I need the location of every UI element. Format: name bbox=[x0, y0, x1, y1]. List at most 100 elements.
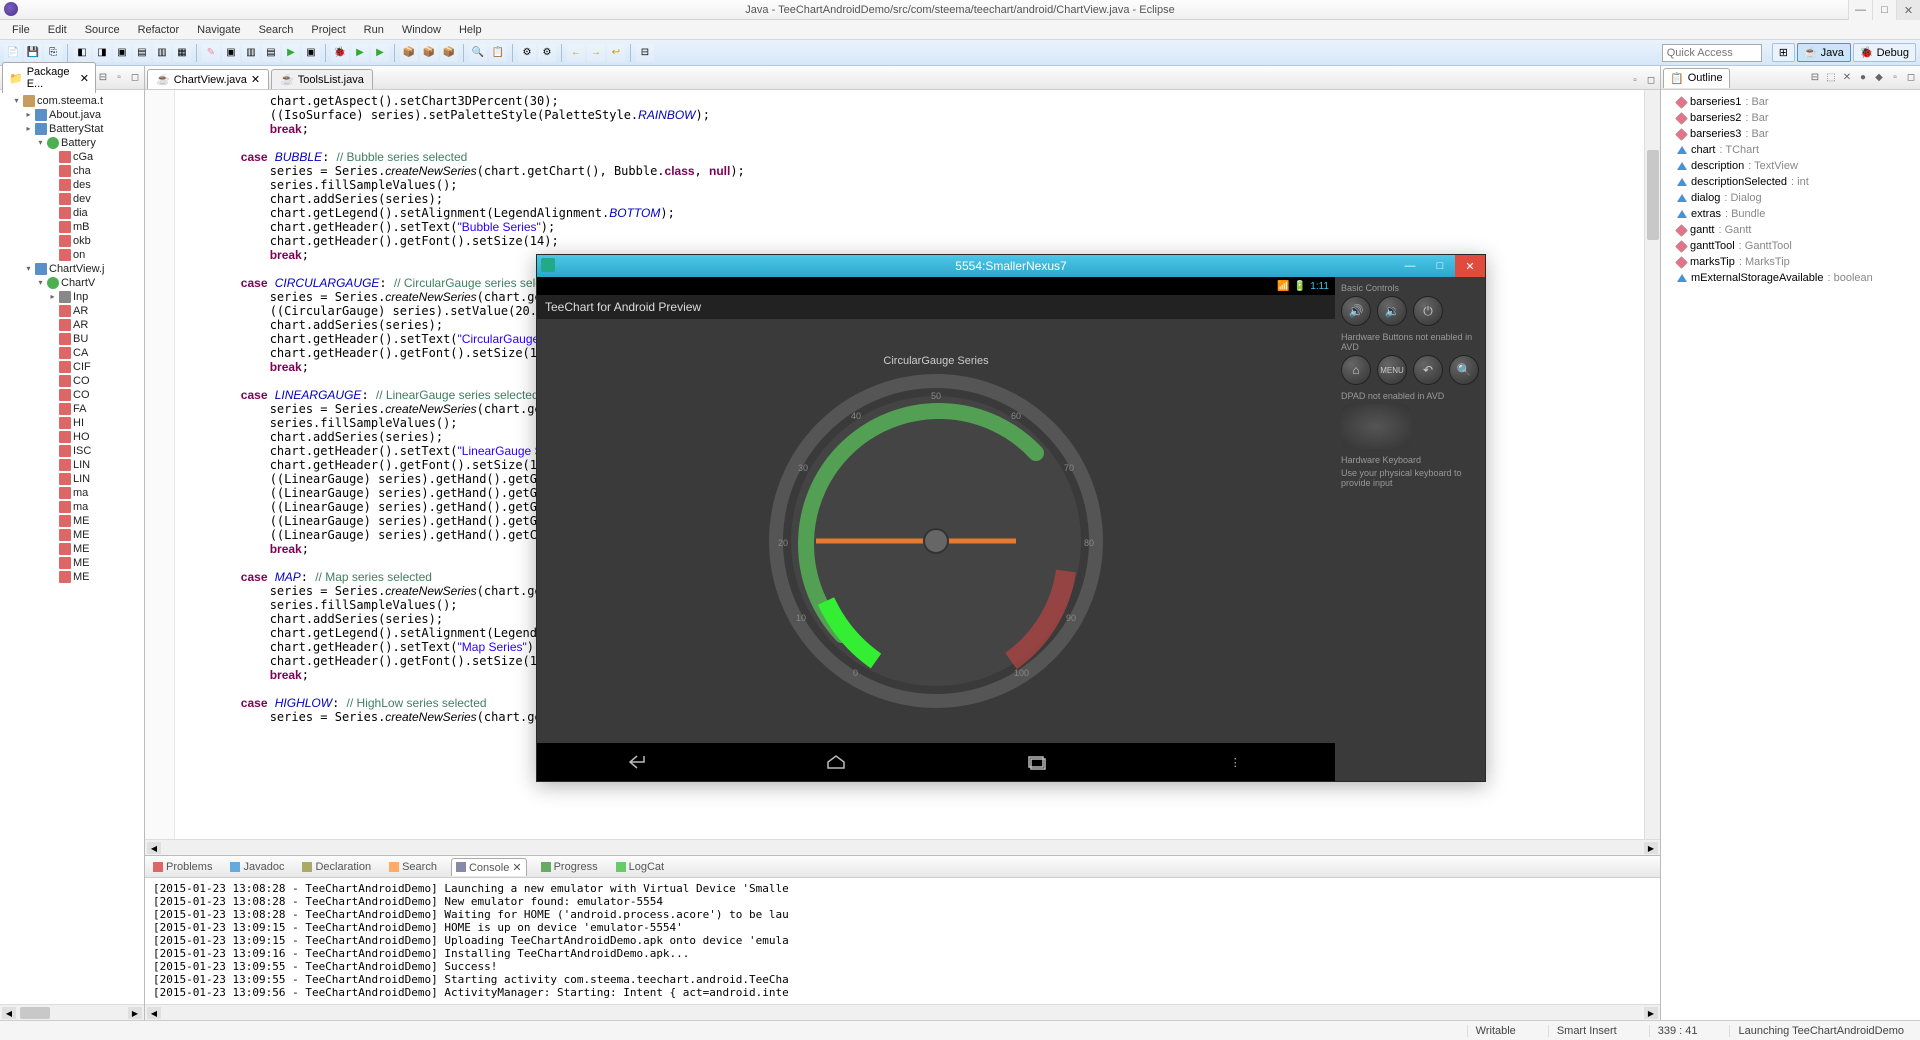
menu-help[interactable]: Help bbox=[451, 22, 490, 38]
volume-button[interactable]: 🔊 bbox=[1341, 296, 1371, 326]
tree-node[interactable]: AR bbox=[4, 304, 144, 318]
tree-node[interactable]: ▸About.java bbox=[4, 108, 144, 122]
new-icon[interactable]: 📄 bbox=[4, 44, 22, 62]
tb-icon[interactable]: ▣ bbox=[113, 44, 131, 62]
bottom-tab[interactable]: Search bbox=[385, 859, 441, 875]
menu-navigate[interactable]: Navigate bbox=[189, 22, 248, 38]
editor-tab[interactable]: ☕ ToolsList.java bbox=[271, 69, 373, 89]
tree-node[interactable]: HI bbox=[4, 416, 144, 430]
emu-close-button[interactable]: ✕ bbox=[1455, 255, 1485, 277]
view-icon[interactable]: ● bbox=[1856, 71, 1870, 85]
v-scrollbar[interactable] bbox=[1644, 90, 1660, 839]
maximize-icon[interactable]: ◻ bbox=[1904, 71, 1918, 85]
minimize-button[interactable]: — bbox=[1848, 0, 1872, 20]
emulator-window[interactable]: 5554:SmallerNexus7 — □ ✕ 📶 🔋 1:11 TeeCha… bbox=[536, 254, 1486, 782]
close-button[interactable]: ✕ bbox=[1896, 0, 1920, 20]
scroll-left-icon[interactable]: ◀ bbox=[147, 842, 161, 854]
tree-node[interactable]: AR bbox=[4, 318, 144, 332]
package-tree[interactable]: ▾com.steema.t▸About.java▸BatteryStat▾Bat… bbox=[0, 90, 144, 1004]
scroll-right-icon[interactable]: ▶ bbox=[1644, 1007, 1658, 1019]
tree-node[interactable]: LIN bbox=[4, 458, 144, 472]
tree-node[interactable]: ma bbox=[4, 500, 144, 514]
outline-tab[interactable]: 📋 Outline bbox=[1663, 68, 1730, 88]
scroll-thumb[interactable] bbox=[20, 1007, 50, 1019]
outline-item[interactable]: dialog : Dialog bbox=[1665, 190, 1916, 206]
view-icon[interactable]: ✕ bbox=[1840, 71, 1854, 85]
back-icon[interactable]: ← bbox=[567, 44, 585, 62]
tb-icon[interactable]: ▶ bbox=[282, 44, 300, 62]
tree-node[interactable]: ▾com.steema.t bbox=[4, 94, 144, 108]
menu-source[interactable]: Source bbox=[77, 22, 128, 38]
tree-node[interactable]: cha bbox=[4, 164, 144, 178]
outline-item[interactable]: mExternalStorageAvailable : boolean bbox=[1665, 270, 1916, 286]
outline-item[interactable]: extras : Bundle bbox=[1665, 206, 1916, 222]
outline-item[interactable]: barseries1 : Bar bbox=[1665, 94, 1916, 110]
tb-icon[interactable]: ▣ bbox=[302, 44, 320, 62]
back-icon[interactable] bbox=[625, 753, 649, 771]
menu-window[interactable]: Window bbox=[394, 22, 449, 38]
outline-item[interactable]: ganttTool : GanttTool bbox=[1665, 238, 1916, 254]
tb-icon[interactable]: ▦ bbox=[173, 44, 191, 62]
tb-icon[interactable]: ✎ bbox=[202, 44, 220, 62]
tree-node[interactable]: ME bbox=[4, 514, 144, 528]
fwd-icon[interactable]: → bbox=[587, 44, 605, 62]
tb-icon[interactable]: 📋 bbox=[489, 44, 507, 62]
outline-tree[interactable]: barseries1 : Barbarseries2 : Barbarserie… bbox=[1661, 90, 1920, 1020]
tree-node[interactable]: ▾ChartView.j bbox=[4, 262, 144, 276]
minimize-icon[interactable]: ▫ bbox=[112, 71, 126, 85]
tb-icon[interactable]: ◨ bbox=[93, 44, 111, 62]
outline-item[interactable]: description : TextView bbox=[1665, 158, 1916, 174]
maximize-icon[interactable]: ◻ bbox=[128, 71, 142, 85]
tb-icon[interactable]: 🔍 bbox=[469, 44, 487, 62]
menu-icon[interactable]: ⋮ bbox=[1223, 753, 1247, 771]
scroll-left-icon[interactable]: ◀ bbox=[147, 1007, 161, 1019]
tree-node[interactable]: HO bbox=[4, 430, 144, 444]
view-icon[interactable]: ⬚ bbox=[1824, 71, 1838, 85]
menu-file[interactable]: File bbox=[4, 22, 38, 38]
tree-node[interactable]: CO bbox=[4, 374, 144, 388]
outline-item[interactable]: descriptionSelected : int bbox=[1665, 174, 1916, 190]
scroll-right-icon[interactable]: ▶ bbox=[1644, 842, 1658, 854]
console-h-scrollbar[interactable]: ◀ ▶ bbox=[145, 1004, 1660, 1020]
menu-run[interactable]: Run bbox=[356, 22, 392, 38]
device-screen[interactable]: 📶 🔋 1:11 TeeChart for Android Preview Ci… bbox=[537, 277, 1335, 781]
tree-node[interactable]: dia bbox=[4, 206, 144, 220]
tree-node[interactable]: ME bbox=[4, 528, 144, 542]
tb-icon[interactable]: ▣ bbox=[222, 44, 240, 62]
open-perspective-button[interactable]: ⊞ bbox=[1772, 43, 1795, 62]
tree-node[interactable]: mB bbox=[4, 220, 144, 234]
bottom-tab[interactable]: Problems bbox=[149, 859, 216, 875]
home-button[interactable]: ⌂ bbox=[1341, 355, 1371, 385]
search-button[interactable]: 🔍 bbox=[1449, 355, 1479, 385]
tree-node[interactable]: BU bbox=[4, 332, 144, 346]
console-output[interactable]: [2015-01-23 13:08:28 - TeeChartAndroidDe… bbox=[145, 878, 1660, 1004]
home-icon[interactable] bbox=[824, 753, 848, 771]
tb-icon[interactable]: ▶ bbox=[371, 44, 389, 62]
minimize-icon[interactable]: ▫ bbox=[1888, 71, 1902, 85]
h-scrollbar[interactable]: ◀ ▶ bbox=[0, 1004, 144, 1020]
dpad[interactable] bbox=[1341, 404, 1411, 449]
editor-h-scrollbar[interactable]: ◀ ▶ bbox=[145, 839, 1660, 855]
tree-node[interactable]: ME bbox=[4, 556, 144, 570]
emu-minimize-button[interactable]: — bbox=[1395, 255, 1425, 277]
bottom-tab[interactable]: Progress bbox=[537, 859, 602, 875]
tree-node[interactable]: ▸BatteryStat bbox=[4, 122, 144, 136]
tb-icon[interactable]: ⊟ bbox=[636, 44, 654, 62]
tree-node[interactable]: on bbox=[4, 248, 144, 262]
tree-node[interactable]: CO bbox=[4, 388, 144, 402]
view-icon[interactable]: ⊟ bbox=[1808, 71, 1822, 85]
tree-node[interactable]: CIF bbox=[4, 360, 144, 374]
tree-node[interactable]: okb bbox=[4, 234, 144, 248]
volume-button[interactable]: 🔉 bbox=[1377, 296, 1407, 326]
bottom-tab[interactable]: Declaration bbox=[298, 859, 375, 875]
tree-node[interactable]: des bbox=[4, 178, 144, 192]
tree-node[interactable]: ▸Inp bbox=[4, 290, 144, 304]
debug-icon[interactable]: 🐞 bbox=[331, 44, 349, 62]
maximize-button[interactable]: □ bbox=[1872, 0, 1896, 20]
outline-item[interactable]: barseries2 : Bar bbox=[1665, 110, 1916, 126]
scroll-left-icon[interactable]: ◀ bbox=[2, 1007, 16, 1019]
outline-item[interactable]: chart : TChart bbox=[1665, 142, 1916, 158]
tb-icon[interactable]: ▤ bbox=[133, 44, 151, 62]
menu-search[interactable]: Search bbox=[251, 22, 302, 38]
save-icon[interactable]: 💾 bbox=[24, 44, 42, 62]
